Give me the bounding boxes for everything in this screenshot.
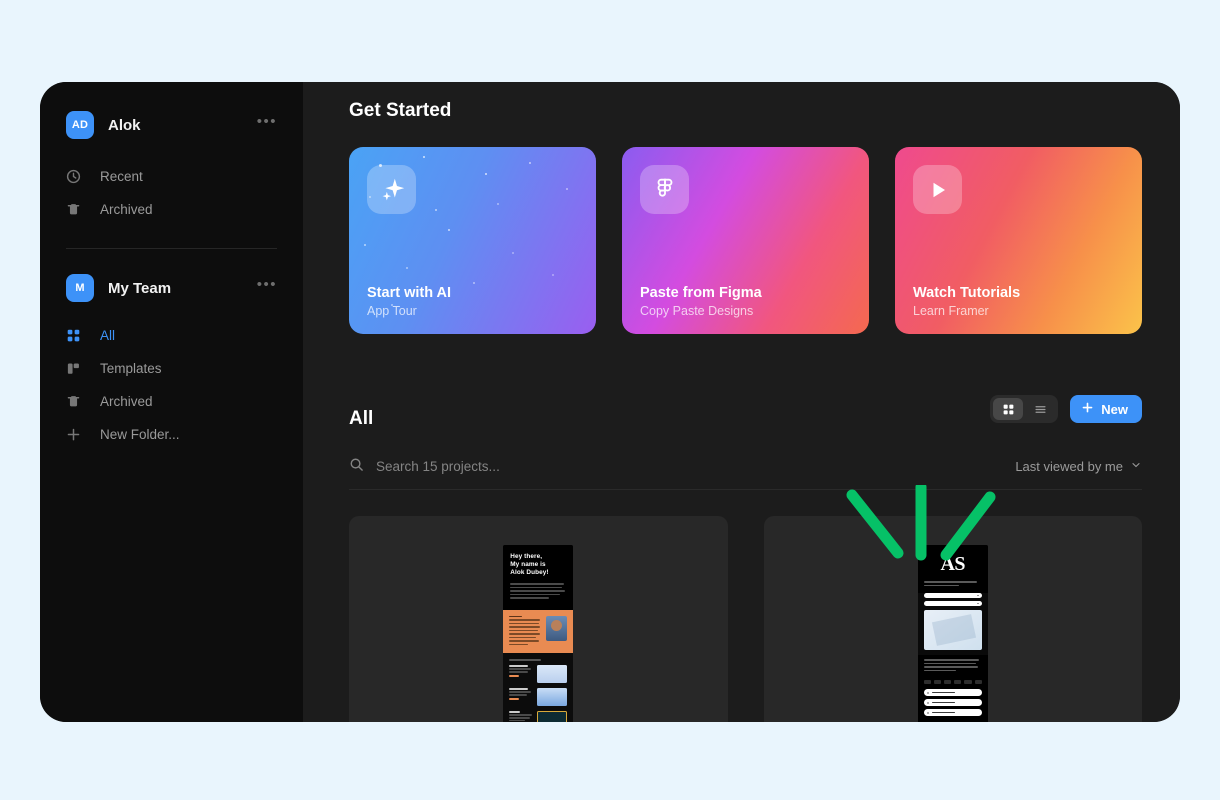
get-started-title: Get Started [349, 100, 452, 121]
project-card-portfolio[interactable]: Hey there, My name is Alok Dubey! [349, 516, 728, 722]
play-icon [913, 165, 962, 214]
plus-icon [1081, 401, 1094, 417]
thumb-section-label [509, 659, 542, 661]
card-title: Paste from Figma [640, 285, 762, 301]
thumb-body-lines [917, 655, 988, 678]
sidebar-item-new-folder-label: New Folder... [100, 427, 180, 442]
team-more-options-button[interactable]: ••• [257, 277, 277, 296]
project-card-as[interactable]: AS [763, 516, 1142, 722]
thumb-work-section [503, 653, 574, 722]
thumb-work-item [509, 664, 568, 683]
trash-icon [66, 202, 88, 217]
thumb-list-row [923, 689, 982, 696]
app-window: AD Alok ••• Recent Archived M My Team ••… [40, 82, 1180, 722]
sidebar-item-recent[interactable]: Recent [40, 160, 303, 193]
get-started-cards: Start with AI App Tour Paste from Figma … [349, 147, 1142, 334]
sidebar-item-archived-team[interactable]: Archived [40, 385, 303, 418]
thumb-hero-line-3: Alok Dubey! [510, 569, 549, 576]
card-title: Start with AI [367, 285, 452, 301]
plus-icon [66, 427, 88, 442]
sort-dropdown[interactable]: Last viewed by me [1015, 459, 1142, 474]
card-subtitle: Copy Paste Designs [640, 304, 754, 318]
card-title: Watch Tutorials [913, 285, 1021, 301]
thumb-hero-paragraph [510, 583, 566, 599]
sidebar-item-templates-label: Templates [100, 361, 162, 376]
clock-icon [66, 169, 88, 184]
search-row: Last viewed by me [349, 444, 1142, 490]
card-subtitle: App Tour [367, 304, 417, 318]
sidebar-item-all-label: All [100, 328, 116, 343]
thumb-subtitle-lines [917, 581, 988, 593]
new-project-label: New [1101, 401, 1128, 417]
card-start-with-ai[interactable]: Start with AI App Tour [349, 147, 596, 334]
thumb-list-rows [917, 689, 988, 722]
figma-icon [640, 165, 689, 214]
thumb-list-row [923, 709, 982, 716]
project-thumbnail-portfolio: Hey there, My name is Alok Dubey! [503, 545, 574, 722]
thumb-work-item [509, 687, 568, 706]
sidebar-item-all[interactable]: All [40, 319, 303, 352]
thumb-list-row [923, 699, 982, 706]
card-text: Start with AI App Tour [367, 285, 578, 318]
sidebar-item-recent-label: Recent [100, 169, 143, 184]
thumb-select-field [923, 593, 982, 598]
trash-icon [66, 394, 88, 409]
search-icon [349, 457, 364, 477]
screenshot-root: AD Alok ••• Recent Archived M My Team ••… [0, 0, 1220, 800]
card-text: Watch Tutorials Learn Framer [913, 285, 1124, 318]
thumb-about-section [503, 609, 574, 654]
sidebar-team-header[interactable]: M My Team ••• [40, 271, 303, 305]
all-toolbar: All New [349, 388, 1142, 430]
thumb-map [923, 610, 982, 650]
thumb-monogram: AS [940, 553, 966, 575]
card-paste-from-figma[interactable]: Paste from Figma Copy Paste Designs [622, 147, 869, 334]
sidebar: AD Alok ••• Recent Archived M My Team ••… [40, 82, 303, 722]
thumb-about-text [509, 615, 541, 648]
chevron-down-icon [1130, 459, 1142, 474]
new-project-button[interactable]: New [1070, 395, 1142, 423]
sidebar-item-archived-user-label: Archived [100, 202, 153, 217]
main-content: Get Started Start with AI App Tour Paste… [303, 82, 1180, 722]
card-text: Paste from Figma Copy Paste Designs [640, 285, 851, 318]
thumb-monogram-hero: AS [917, 545, 988, 581]
grid-view-icon[interactable] [993, 398, 1024, 420]
list-view-icon[interactable] [1025, 398, 1055, 420]
templates-icon [66, 361, 88, 376]
sidebar-item-archived-user[interactable]: Archived [40, 193, 303, 226]
sparkle-icon [367, 165, 416, 214]
view-toggle [990, 395, 1059, 423]
sidebar-user-name: Alok [108, 116, 141, 134]
sidebar-team-name: My Team [108, 279, 172, 297]
search-input[interactable] [376, 459, 696, 474]
project-grid: Hey there, My name is Alok Dubey! AS [349, 516, 1142, 722]
thumb-icon-row [917, 678, 988, 689]
sidebar-divider [66, 248, 277, 249]
avatar-user: AD [66, 111, 94, 139]
sidebar-item-new-folder[interactable]: New Folder... [40, 418, 303, 451]
thumb-work-item [509, 710, 568, 722]
user-more-options-button[interactable]: ••• [257, 114, 277, 133]
thumb-hero-line-2: My name is [510, 561, 546, 568]
avatar-team: M [66, 274, 94, 302]
thumb-hero-line-1: Hey there, [510, 553, 543, 560]
card-subtitle: Learn Framer [913, 304, 989, 318]
sort-label: Last viewed by me [1015, 459, 1123, 474]
grid-icon [66, 328, 88, 343]
sidebar-item-templates[interactable]: Templates [40, 352, 303, 385]
card-watch-tutorials[interactable]: Watch Tutorials Learn Framer [895, 147, 1142, 334]
sidebar-item-archived-team-label: Archived [100, 394, 153, 409]
thumb-portrait [546, 615, 568, 641]
all-section-title: All [349, 408, 374, 429]
thumb-select-field [923, 601, 982, 606]
thumb-hero: Hey there, My name is Alok Dubey! [503, 545, 574, 610]
project-thumbnail-as: AS [917, 545, 988, 722]
sidebar-user-header[interactable]: AD Alok ••• [40, 108, 303, 142]
